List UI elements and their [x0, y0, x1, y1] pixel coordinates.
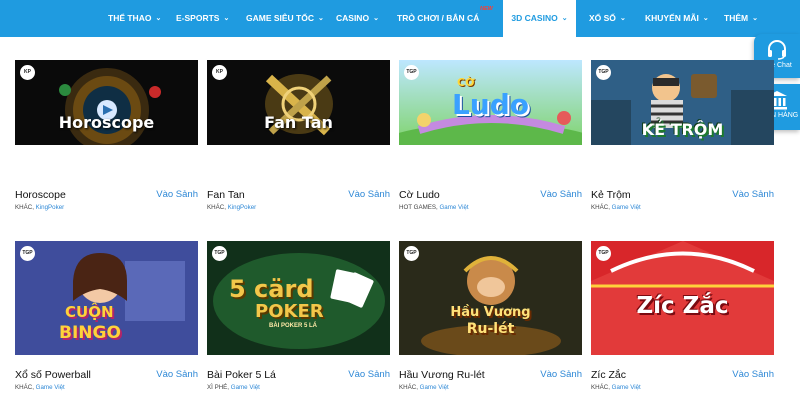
chevron-down-icon: ⌄	[702, 15, 709, 22]
nav-label: XỔ SỐ	[589, 13, 616, 23]
enter-lobby-link[interactable]: Vào Sảnh	[156, 189, 198, 200]
game-thumbnail[interactable]: CUỘN BINGO TGP	[15, 241, 198, 355]
game-meta: KHÁC, KingPoker	[15, 204, 65, 211]
game-meta: KHÁC, KingPoker	[207, 204, 257, 211]
thumbnail-title: KẺ TRỘM	[641, 120, 724, 139]
game-name: Zíc Zắc	[591, 369, 627, 381]
chevron-down-icon: ⌄	[373, 15, 379, 22]
nav-label: E-SPORTS	[176, 13, 220, 23]
game-thumbnail[interactable]: KẺ TRỘM TGP	[591, 60, 774, 145]
game-category: KHÁC	[591, 204, 609, 211]
thumbnail-title: Horoscope	[58, 113, 155, 132]
thumbnail-title: Zíc Zắc	[636, 293, 729, 319]
game-meta: XÌ PHÉ, Game Việt	[207, 384, 260, 391]
provider-tag: TGP	[404, 246, 419, 261]
nav-label: THỂ THAO	[108, 13, 152, 23]
enter-lobby-link[interactable]: Vào Sảnh	[348, 369, 390, 380]
provider-link[interactable]: KingPoker	[36, 204, 65, 211]
game-name: Cờ Ludo	[399, 189, 440, 201]
game-thumbnail[interactable]: CỜ Ludo TGP	[399, 60, 582, 145]
nav-label: THÊM	[724, 13, 749, 23]
thumbnail-caption: BÀI POKER 5 LÁ	[269, 323, 318, 329]
enter-lobby-link[interactable]: Vào Sảnh	[732, 189, 774, 200]
thumbnail-title: Ru-lét	[466, 321, 515, 337]
game-category: KHÁC	[399, 384, 417, 391]
game-thumbnail[interactable]: Hầu Vương Ru-lét TGP	[399, 241, 582, 355]
game-category: XÌ PHÉ	[207, 384, 228, 391]
enter-lobby-link[interactable]: Vào Sảnh	[540, 189, 582, 200]
game-thumbnail[interactable]: 5 cärd POKER BÀI POKER 5 LÁ TGP	[207, 241, 390, 355]
game-meta: HOT GAMES, Game Việt	[399, 204, 469, 211]
game-thumbnail[interactable]: Fan Tan KP	[207, 60, 390, 145]
nav-label: GAME SIÊU TỐC	[246, 13, 315, 23]
provider-tag: KP	[212, 65, 227, 80]
nav-label: CASINO	[336, 13, 370, 23]
provider-link[interactable]: Game Việt	[231, 384, 260, 391]
provider-link[interactable]: Game Việt	[439, 204, 468, 211]
enter-lobby-link[interactable]: Vào Sảnh	[156, 369, 198, 380]
nav-item-more[interactable]: THÊM ⌄	[724, 0, 758, 37]
thumbnail-subtitle: 5 cärd	[229, 275, 314, 303]
game-thumbnail[interactable]: Horoscope KP	[15, 60, 198, 145]
provider-tag: TGP	[596, 246, 611, 261]
nav-item-sports[interactable]: THỂ THAO ⌄	[108, 0, 161, 37]
nav-item-3d-casino[interactable]: 3D CASINO ⌄	[503, 0, 576, 37]
game-category: KHÁC	[207, 204, 225, 211]
nav-label: KHUYẾN MÃI	[645, 13, 699, 23]
game-category: KHÁC	[15, 384, 33, 391]
game-category: HOT GAMES	[399, 204, 437, 211]
nav-item-fast-games[interactable]: GAME SIÊU TỐC ⌄	[246, 0, 324, 37]
game-name: Fan Tan	[207, 189, 245, 201]
game-meta: KHÁC, Game Việt	[591, 384, 641, 391]
chevron-down-icon: ⌄	[752, 15, 758, 22]
nav-item-games-fishing[interactable]: TRÒ CHƠI / BẮN CÁ	[397, 0, 479, 37]
provider-tag: TGP	[596, 65, 611, 80]
game-meta: KHÁC, Game Việt	[591, 204, 641, 211]
nav-label: 3D CASINO	[511, 13, 558, 23]
game-meta: KHÁC, Game Việt	[399, 384, 449, 391]
nav-label: TRÒ CHƠI / BẮN CÁ	[397, 13, 480, 23]
chevron-down-icon: ⌄	[223, 15, 230, 22]
enter-lobby-link[interactable]: Vào Sảnh	[540, 369, 582, 380]
enter-lobby-link[interactable]: Vào Sảnh	[732, 369, 774, 380]
thumbnail-title: Fan Tan	[264, 113, 333, 132]
new-badge: NEW	[480, 6, 493, 12]
enter-lobby-link[interactable]: Vào Sảnh	[348, 189, 390, 200]
provider-tag: TGP	[20, 246, 35, 261]
game-category: KHÁC	[591, 384, 609, 391]
chevron-down-icon: ⌄	[561, 15, 568, 22]
game-name: Hầu Vương Ru-lét	[399, 369, 485, 381]
provider-tag: TGP	[212, 246, 227, 261]
provider-link[interactable]: KingPoker	[228, 204, 257, 211]
game-name: Xổ số Powerball	[15, 369, 91, 381]
provider-link[interactable]: Game Việt	[420, 384, 449, 391]
provider-tag: KP	[20, 65, 35, 80]
thumbnail-title: Ludo	[451, 88, 530, 121]
game-meta: KHÁC, Game Việt	[15, 384, 65, 391]
top-navigation: THỂ THAO ⌄ E-SPORTS ⌄ GAME SIÊU TỐC ⌄ CASIN…	[0, 0, 800, 37]
game-thumbnail[interactable]: Zíc Zắc TGP	[591, 241, 774, 355]
game-category: KHÁC	[15, 204, 33, 211]
game-name: Horoscope	[15, 189, 66, 201]
nav-item-lottery[interactable]: XỔ SỐ ⌄	[589, 0, 626, 37]
provider-link[interactable]: Game Việt	[612, 384, 641, 391]
chevron-down-icon: ⌄	[155, 15, 162, 22]
chevron-down-icon: ⌄	[619, 15, 626, 22]
nav-item-casino[interactable]: CASINO ⌄	[336, 0, 379, 37]
thumbnail-title: POKER	[255, 301, 324, 322]
nav-item-promotions[interactable]: KHUYẾN MÃI ⌄	[645, 0, 709, 37]
thumbnail-subtitle: CUỘN	[65, 303, 114, 321]
game-name: Bài Poker 5 Lá	[207, 369, 276, 381]
chevron-down-icon: ⌄	[318, 15, 324, 22]
provider-link[interactable]: Game Việt	[612, 204, 641, 211]
game-name: Kẻ Trộm	[591, 189, 631, 201]
provider-tag: TGP	[404, 65, 419, 80]
nav-item-esports[interactable]: E-SPORTS ⌄	[176, 0, 229, 37]
provider-link[interactable]: Game Việt	[36, 384, 65, 391]
thumbnail-subtitle: Hầu Vương	[450, 305, 531, 320]
thumbnail-title: BINGO	[59, 323, 121, 343]
headset-icon	[768, 40, 786, 60]
